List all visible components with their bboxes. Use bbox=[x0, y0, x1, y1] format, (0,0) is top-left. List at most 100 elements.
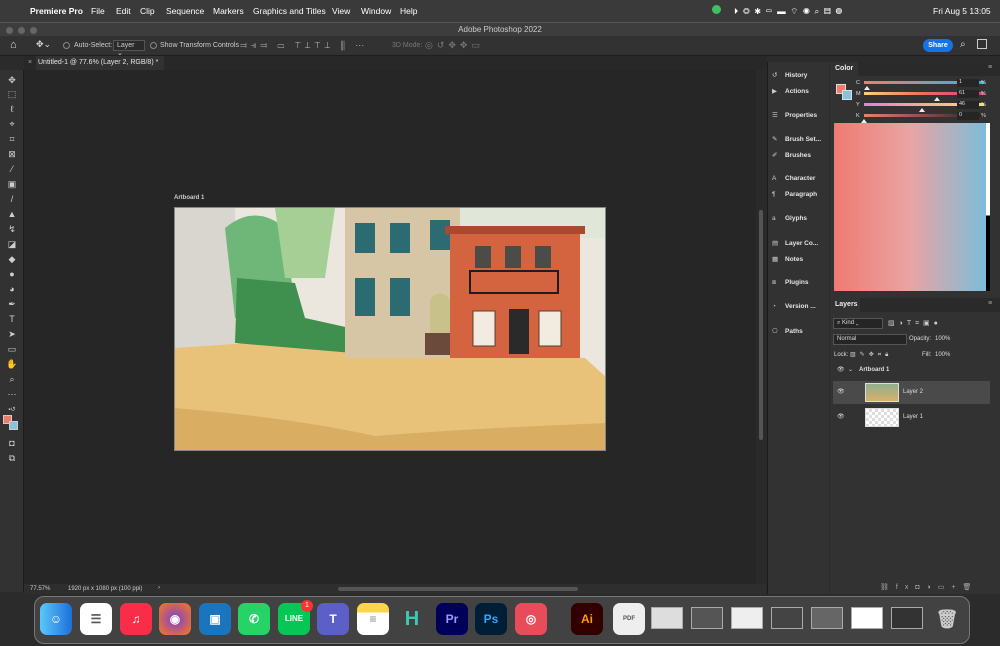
visibility-eye-icon[interactable]: 👁︎ bbox=[837, 413, 845, 420]
eraser-icon[interactable]: ◪ bbox=[5, 238, 19, 250]
panel-character[interactable]: A Character bbox=[772, 175, 815, 182]
vertical-scrollbar[interactable] bbox=[756, 70, 766, 584]
blur-icon[interactable]: ● bbox=[5, 268, 19, 280]
pdf-document-icon[interactable]: PDF bbox=[613, 603, 645, 635]
panel-brush-settings[interactable]: ✎ Brush Set... bbox=[772, 135, 821, 143]
move-tool-icon[interactable]: ✥⌄ bbox=[36, 39, 51, 50]
app-name[interactable]: Premiere Pro bbox=[30, 6, 83, 16]
channel-m-thumb[interactable] bbox=[934, 94, 940, 101]
layer-filter-dropdown[interactable]: ⌕ Kind ⌄ bbox=[833, 318, 883, 329]
layers-menu-icon[interactable]: ≡ bbox=[988, 300, 992, 307]
visibility-eye-icon[interactable]: 👁︎ bbox=[837, 366, 845, 373]
menu-graphics-and-titles[interactable]: Graphics and Titles bbox=[253, 6, 326, 16]
layer-artboard-row[interactable]: 👁︎ ⌄ Artboard 1 bbox=[833, 362, 990, 380]
menu-window[interactable]: Window bbox=[361, 6, 391, 16]
channel-m-value[interactable]: 61 bbox=[957, 90, 979, 98]
healing-icon[interactable]: ▣ bbox=[5, 178, 19, 190]
tab-document[interactable]: Untitled-1 @ 77.6% (Layer 2, RGB/8) * bbox=[36, 56, 164, 70]
menu-help[interactable]: Help bbox=[400, 6, 417, 16]
crop-icon[interactable]: ⌗ bbox=[5, 133, 19, 145]
paint-bucket-icon[interactable]: ◆ bbox=[5, 253, 19, 265]
brush-icon[interactable]: / bbox=[5, 193, 19, 205]
home-icon[interactable]: ⌂ bbox=[10, 39, 17, 51]
status-app-icon[interactable] bbox=[712, 5, 721, 14]
background-swatch[interactable] bbox=[9, 421, 18, 430]
frame-icon[interactable]: ⊠ bbox=[5, 148, 19, 160]
teams-icon[interactable]: T bbox=[317, 603, 349, 635]
search-icon[interactable]: ⌕ bbox=[960, 39, 966, 50]
channel-k-value[interactable]: 0 bbox=[957, 112, 979, 120]
channel-c-thumb[interactable] bbox=[864, 83, 870, 90]
fill-value[interactable]: 100% bbox=[935, 352, 950, 358]
stamp-icon[interactable]: ▲ bbox=[5, 208, 19, 220]
tab-color[interactable]: Color bbox=[830, 62, 858, 76]
path-select-icon[interactable]: ➤ bbox=[5, 328, 19, 340]
pen-icon[interactable]: ✒ bbox=[5, 298, 19, 310]
reminders-icon[interactable]: ☰ bbox=[80, 603, 112, 635]
notes-icon[interactable]: ≡ bbox=[357, 603, 389, 635]
color-spectrum[interactable] bbox=[834, 123, 986, 291]
panel-actions[interactable]: ▶ Actions bbox=[772, 87, 809, 95]
panel-paths[interactable]: ⎔ Paths bbox=[772, 327, 803, 335]
color-spectrum-bw[interactable] bbox=[986, 123, 990, 291]
linea-icon[interactable]: ◎ bbox=[515, 603, 547, 635]
workspace-icon[interactable] bbox=[977, 39, 987, 49]
window-thumbnail[interactable] bbox=[851, 607, 883, 629]
panel-menu-icon[interactable]: ≡ bbox=[988, 64, 992, 71]
panel-paragraph[interactable]: ¶ Paragraph bbox=[772, 191, 817, 198]
channel-y-thumb[interactable] bbox=[919, 105, 925, 112]
trash-icon[interactable]: 🗑︎ bbox=[931, 603, 963, 635]
channel-c-value[interactable]: 1 bbox=[957, 79, 979, 87]
transform-checkbox[interactable] bbox=[150, 42, 157, 49]
menu-view[interactable]: View bbox=[332, 6, 350, 16]
menu-clip[interactable]: Clip bbox=[140, 6, 155, 16]
screen-mode-icon[interactable]: ⧉ bbox=[5, 452, 19, 464]
panel-layer-comps[interactable]: ▤ Layer Co... bbox=[772, 239, 818, 247]
zoom-level[interactable]: 77.57% bbox=[30, 586, 50, 592]
artboard-image[interactable] bbox=[174, 207, 606, 451]
screens-icon[interactable]: ▣ bbox=[199, 603, 231, 635]
menu-markers[interactable]: Markers bbox=[213, 6, 244, 16]
panel-version-history[interactable]: ◔ Version ... bbox=[772, 303, 816, 310]
music-icon[interactable]: ♫ bbox=[120, 603, 152, 635]
share-button[interactable]: Share bbox=[923, 39, 953, 52]
menu-file[interactable]: File bbox=[91, 6, 105, 16]
panel-glyphs[interactable]: a Glyphs bbox=[772, 215, 807, 222]
chevron-down-icon[interactable]: ⌄ bbox=[848, 366, 853, 373]
finder-icon[interactable]: ☺ bbox=[40, 603, 72, 635]
eyedropper-icon[interactable]: ⁄ bbox=[5, 163, 19, 175]
color-background-swatch[interactable] bbox=[842, 90, 852, 100]
quick-mask-icon[interactable]: ◘ bbox=[5, 437, 19, 449]
menu-edit[interactable]: Edit bbox=[116, 6, 131, 16]
hype-icon[interactable]: H bbox=[396, 603, 428, 635]
layer-row-1[interactable]: 👁︎ Layer 1 bbox=[833, 406, 990, 429]
close-tab-icon[interactable]: × bbox=[28, 59, 32, 66]
dodge-icon[interactable]: ◕ bbox=[5, 283, 19, 295]
visibility-eye-icon[interactable]: 👁︎ bbox=[837, 388, 845, 395]
photoshop-icon[interactable]: Ps bbox=[475, 603, 507, 635]
window-thumbnail[interactable] bbox=[771, 607, 803, 629]
scroll-thumb[interactable] bbox=[759, 210, 763, 440]
panel-plugins[interactable]: ⧈ Plugins bbox=[772, 279, 808, 287]
window-thumbnail[interactable] bbox=[891, 607, 923, 629]
panel-properties[interactable]: ☰ Properties bbox=[772, 111, 817, 119]
filter-icons[interactable]: ▨◑T⌗▣● bbox=[888, 319, 942, 328]
panel-notes[interactable]: ▦ Notes bbox=[772, 255, 803, 263]
layer-actions[interactable]: ⛓fx◘◑▭+🗑︎ bbox=[880, 583, 978, 591]
type-icon[interactable]: T bbox=[5, 313, 19, 325]
window-thumbnail[interactable] bbox=[691, 607, 723, 629]
autoselect-checkbox[interactable] bbox=[63, 42, 70, 49]
artboard-label[interactable]: Artboard 1 bbox=[174, 195, 204, 201]
chevron-right-icon[interactable]: › bbox=[158, 585, 160, 591]
panel-brushes[interactable]: ✐ Brushes bbox=[772, 151, 811, 159]
clock[interactable]: Fri Aug 5 13:05 bbox=[933, 6, 991, 16]
layer-row-2[interactable]: 👁︎ Layer 2 bbox=[833, 381, 990, 404]
illustrator-icon[interactable]: Ai bbox=[571, 603, 603, 635]
3d-icons[interactable]: ◎↺✥✥▭ bbox=[425, 40, 484, 51]
whatsapp-icon[interactable]: ✆ bbox=[238, 603, 270, 635]
marquee-icon[interactable]: ⬚ bbox=[5, 88, 19, 100]
premiere-icon[interactable]: Pr bbox=[436, 603, 468, 635]
horizontal-scrollbar[interactable] bbox=[338, 587, 578, 591]
channel-k-thumb[interactable] bbox=[861, 116, 867, 123]
more-tools-icon[interactable]: ⋯ bbox=[5, 388, 19, 400]
